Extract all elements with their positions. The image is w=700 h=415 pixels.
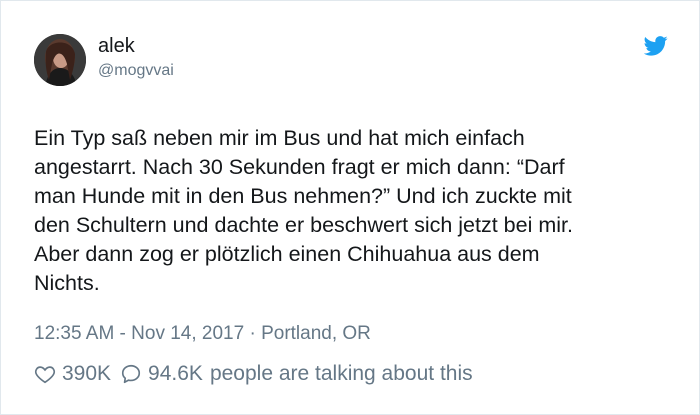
tweet-actions: 390K 94.6K people are talking about this <box>34 360 473 388</box>
avatar[interactable] <box>34 34 86 86</box>
tweet-text: Ein Typ saß neben mir im Bus und hat mic… <box>34 126 573 295</box>
tweet-location[interactable]: Portland, OR <box>261 323 371 344</box>
speech-bubble-icon[interactable] <box>120 363 142 385</box>
meta-separator: · <box>249 323 256 344</box>
talking-label[interactable]: people are talking about this <box>210 362 473 386</box>
tweet-card: alek @mogvvai Ein Typ saß neben mir im B… <box>0 0 700 415</box>
talking-count[interactable]: 94.6K <box>148 362 203 386</box>
tweet-timestamp[interactable]: 12:35 AM - Nov 14, 2017 <box>34 323 244 344</box>
author-handle[interactable]: @mogvvai <box>98 62 174 80</box>
avatar-image <box>34 34 86 86</box>
like-count[interactable]: 390K <box>62 362 111 386</box>
author-name[interactable]: alek <box>98 35 135 58</box>
twitter-bird-icon[interactable] <box>644 36 668 56</box>
heart-icon[interactable] <box>34 363 56 385</box>
tweet-meta: 12:35 AM - Nov 14, 2017 · Portland, OR <box>34 323 371 345</box>
